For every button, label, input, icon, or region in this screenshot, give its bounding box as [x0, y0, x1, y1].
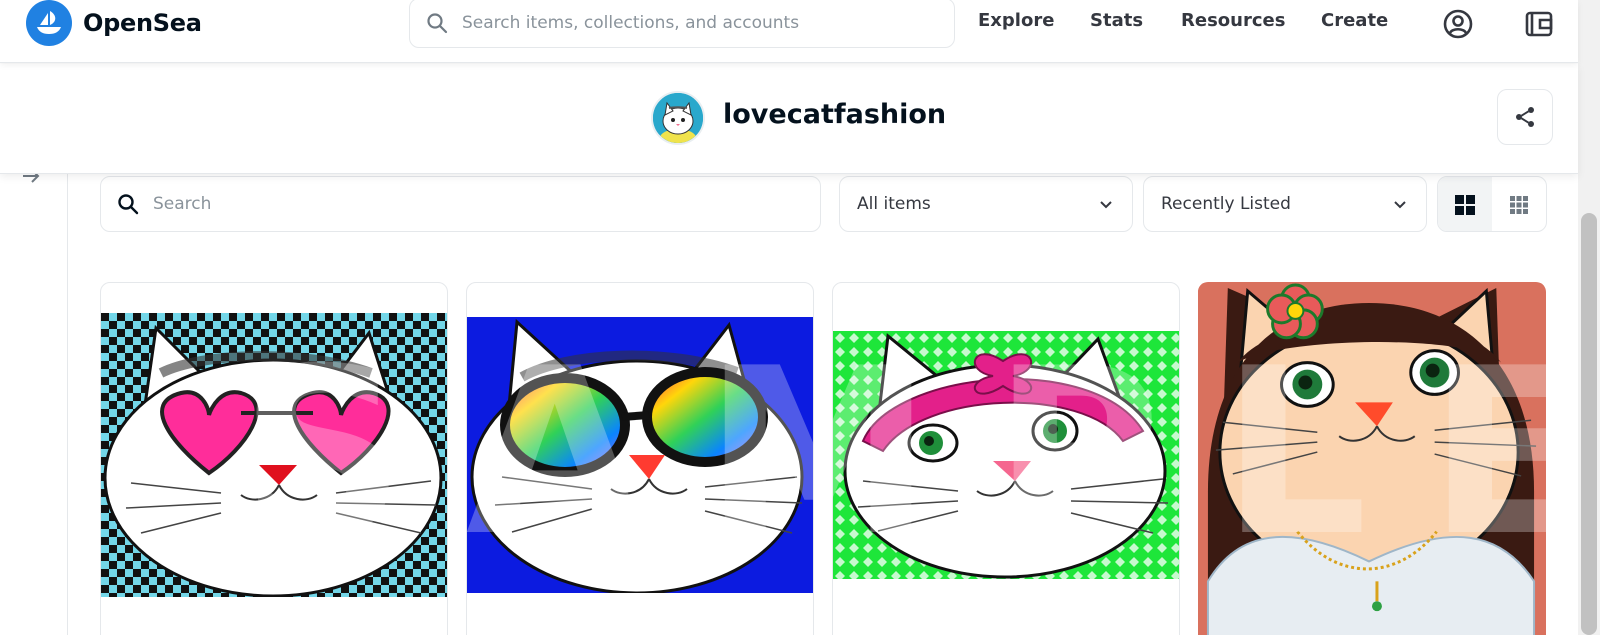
- chevron-down-icon: [1100, 201, 1112, 209]
- view-mode-toggle: [1437, 176, 1547, 232]
- share-icon: [1516, 107, 1534, 127]
- collection-name: lovecatfashion: [723, 99, 947, 130]
- nav-create[interactable]: Create: [1321, 10, 1388, 31]
- search-icon: [118, 194, 139, 215]
- nft-image-rainbow-glasses-cat: [467, 317, 813, 593]
- search-icon: [427, 13, 448, 34]
- nft-image-heart-glasses-cat: [101, 313, 447, 597]
- global-search-placeholder: Search items, collections, and accounts: [462, 13, 800, 33]
- page-scrollbar-thumb[interactable]: [1581, 213, 1597, 635]
- share-button[interactable]: [1497, 89, 1553, 145]
- opensea-page: OpenSea Search items, collections, and a…: [0, 0, 1600, 635]
- item-filter-dropdown[interactable]: All items: [839, 176, 1133, 232]
- collection-search-placeholder: Search: [153, 194, 212, 214]
- large-grid-icon: [1455, 195, 1475, 215]
- collection-search-input[interactable]: Search: [100, 176, 821, 232]
- small-grid-icon: [1510, 196, 1528, 214]
- side-rail-divider: [67, 174, 68, 635]
- nft-card[interactable]: [832, 282, 1180, 635]
- top-navbar: OpenSea Search items, collections, and a…: [0, 0, 1578, 63]
- item-filter-value: All items: [857, 194, 931, 214]
- nft-card[interactable]: [466, 282, 814, 635]
- global-search-input[interactable]: Search items, collections, and accounts: [409, 0, 955, 48]
- brand-name: OpenSea: [83, 9, 202, 37]
- sort-dropdown[interactable]: Recently Listed: [1143, 176, 1427, 232]
- opensea-logo-icon: [26, 0, 72, 46]
- sort-value: Recently Listed: [1161, 194, 1291, 214]
- large-grid-button[interactable]: [1438, 177, 1492, 231]
- wallet-icon[interactable]: [1523, 8, 1555, 40]
- nav-resources[interactable]: Resources: [1181, 10, 1285, 31]
- collection-avatar[interactable]: [651, 91, 705, 145]
- chevron-down-icon: [1394, 201, 1406, 209]
- nft-card[interactable]: [100, 282, 448, 635]
- nav-explore[interactable]: Explore: [978, 10, 1054, 31]
- account-icon[interactable]: [1442, 8, 1474, 40]
- opensea-logo[interactable]: OpenSea: [26, 0, 202, 46]
- nft-image-flower-cat: [1198, 283, 1544, 635]
- collection-header: lovecatfashion: [0, 64, 1578, 174]
- small-grid-button[interactable]: [1492, 177, 1546, 231]
- nft-card[interactable]: [1198, 282, 1546, 635]
- nft-image-pink-bow-cat: [833, 331, 1179, 579]
- nav-stats[interactable]: Stats: [1090, 10, 1143, 31]
